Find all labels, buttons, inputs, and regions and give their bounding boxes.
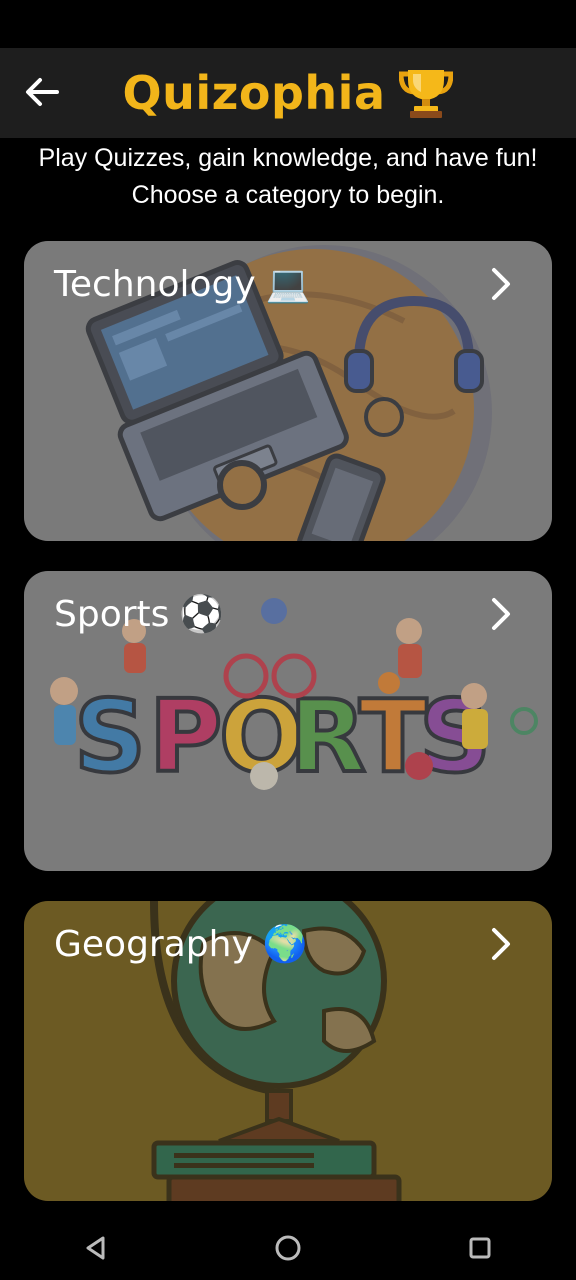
intro-text: Play Quizzes, gain knowledge, and have f…	[0, 140, 576, 214]
nav-home-icon	[275, 1235, 301, 1261]
app-title: Quizophia	[123, 66, 454, 120]
intro-line-2: Choose a category to begin.	[131, 181, 445, 209]
category-title: Geography	[54, 923, 253, 965]
chevron-right-icon	[492, 598, 510, 630]
chevron-right-icon	[492, 268, 510, 300]
category-title: Sports	[54, 593, 170, 635]
nav-back-button[interactable]	[66, 1218, 126, 1278]
chevron-right-icon	[492, 928, 510, 960]
soccer-ball-emoji-icon: ⚽	[179, 594, 225, 635]
nav-home-button[interactable]	[258, 1218, 318, 1278]
back-arrow-icon	[26, 78, 59, 106]
status-bar	[0, 0, 576, 48]
trophy-icon	[399, 70, 454, 118]
category-label-technology: Technology 💻	[54, 259, 310, 309]
system-nav-bar	[0, 1216, 576, 1280]
category-card-sports[interactable]: S P O R T S Sports ⚽	[24, 571, 552, 871]
app-title-text: Quizophia	[122, 66, 386, 120]
laptop-emoji-icon: 💻	[265, 264, 311, 305]
nav-recents-button[interactable]	[450, 1218, 510, 1278]
nav-recents-icon	[469, 1237, 491, 1259]
category-title: Technology	[54, 263, 256, 305]
category-label-sports: Sports ⚽	[54, 589, 224, 639]
category-card-geography[interactable]: Geography 🌍	[24, 901, 552, 1201]
globe-emoji-icon: 🌍	[262, 924, 308, 965]
nav-back-icon	[86, 1236, 105, 1260]
category-label-geography: Geography 🌍	[54, 919, 308, 969]
app-bar: Quizophia	[0, 48, 576, 138]
category-card-technology[interactable]: Technology 💻	[24, 241, 552, 541]
back-button[interactable]	[20, 70, 64, 114]
intro-line-1: Play Quizzes, gain knowledge, and have f…	[38, 144, 538, 172]
